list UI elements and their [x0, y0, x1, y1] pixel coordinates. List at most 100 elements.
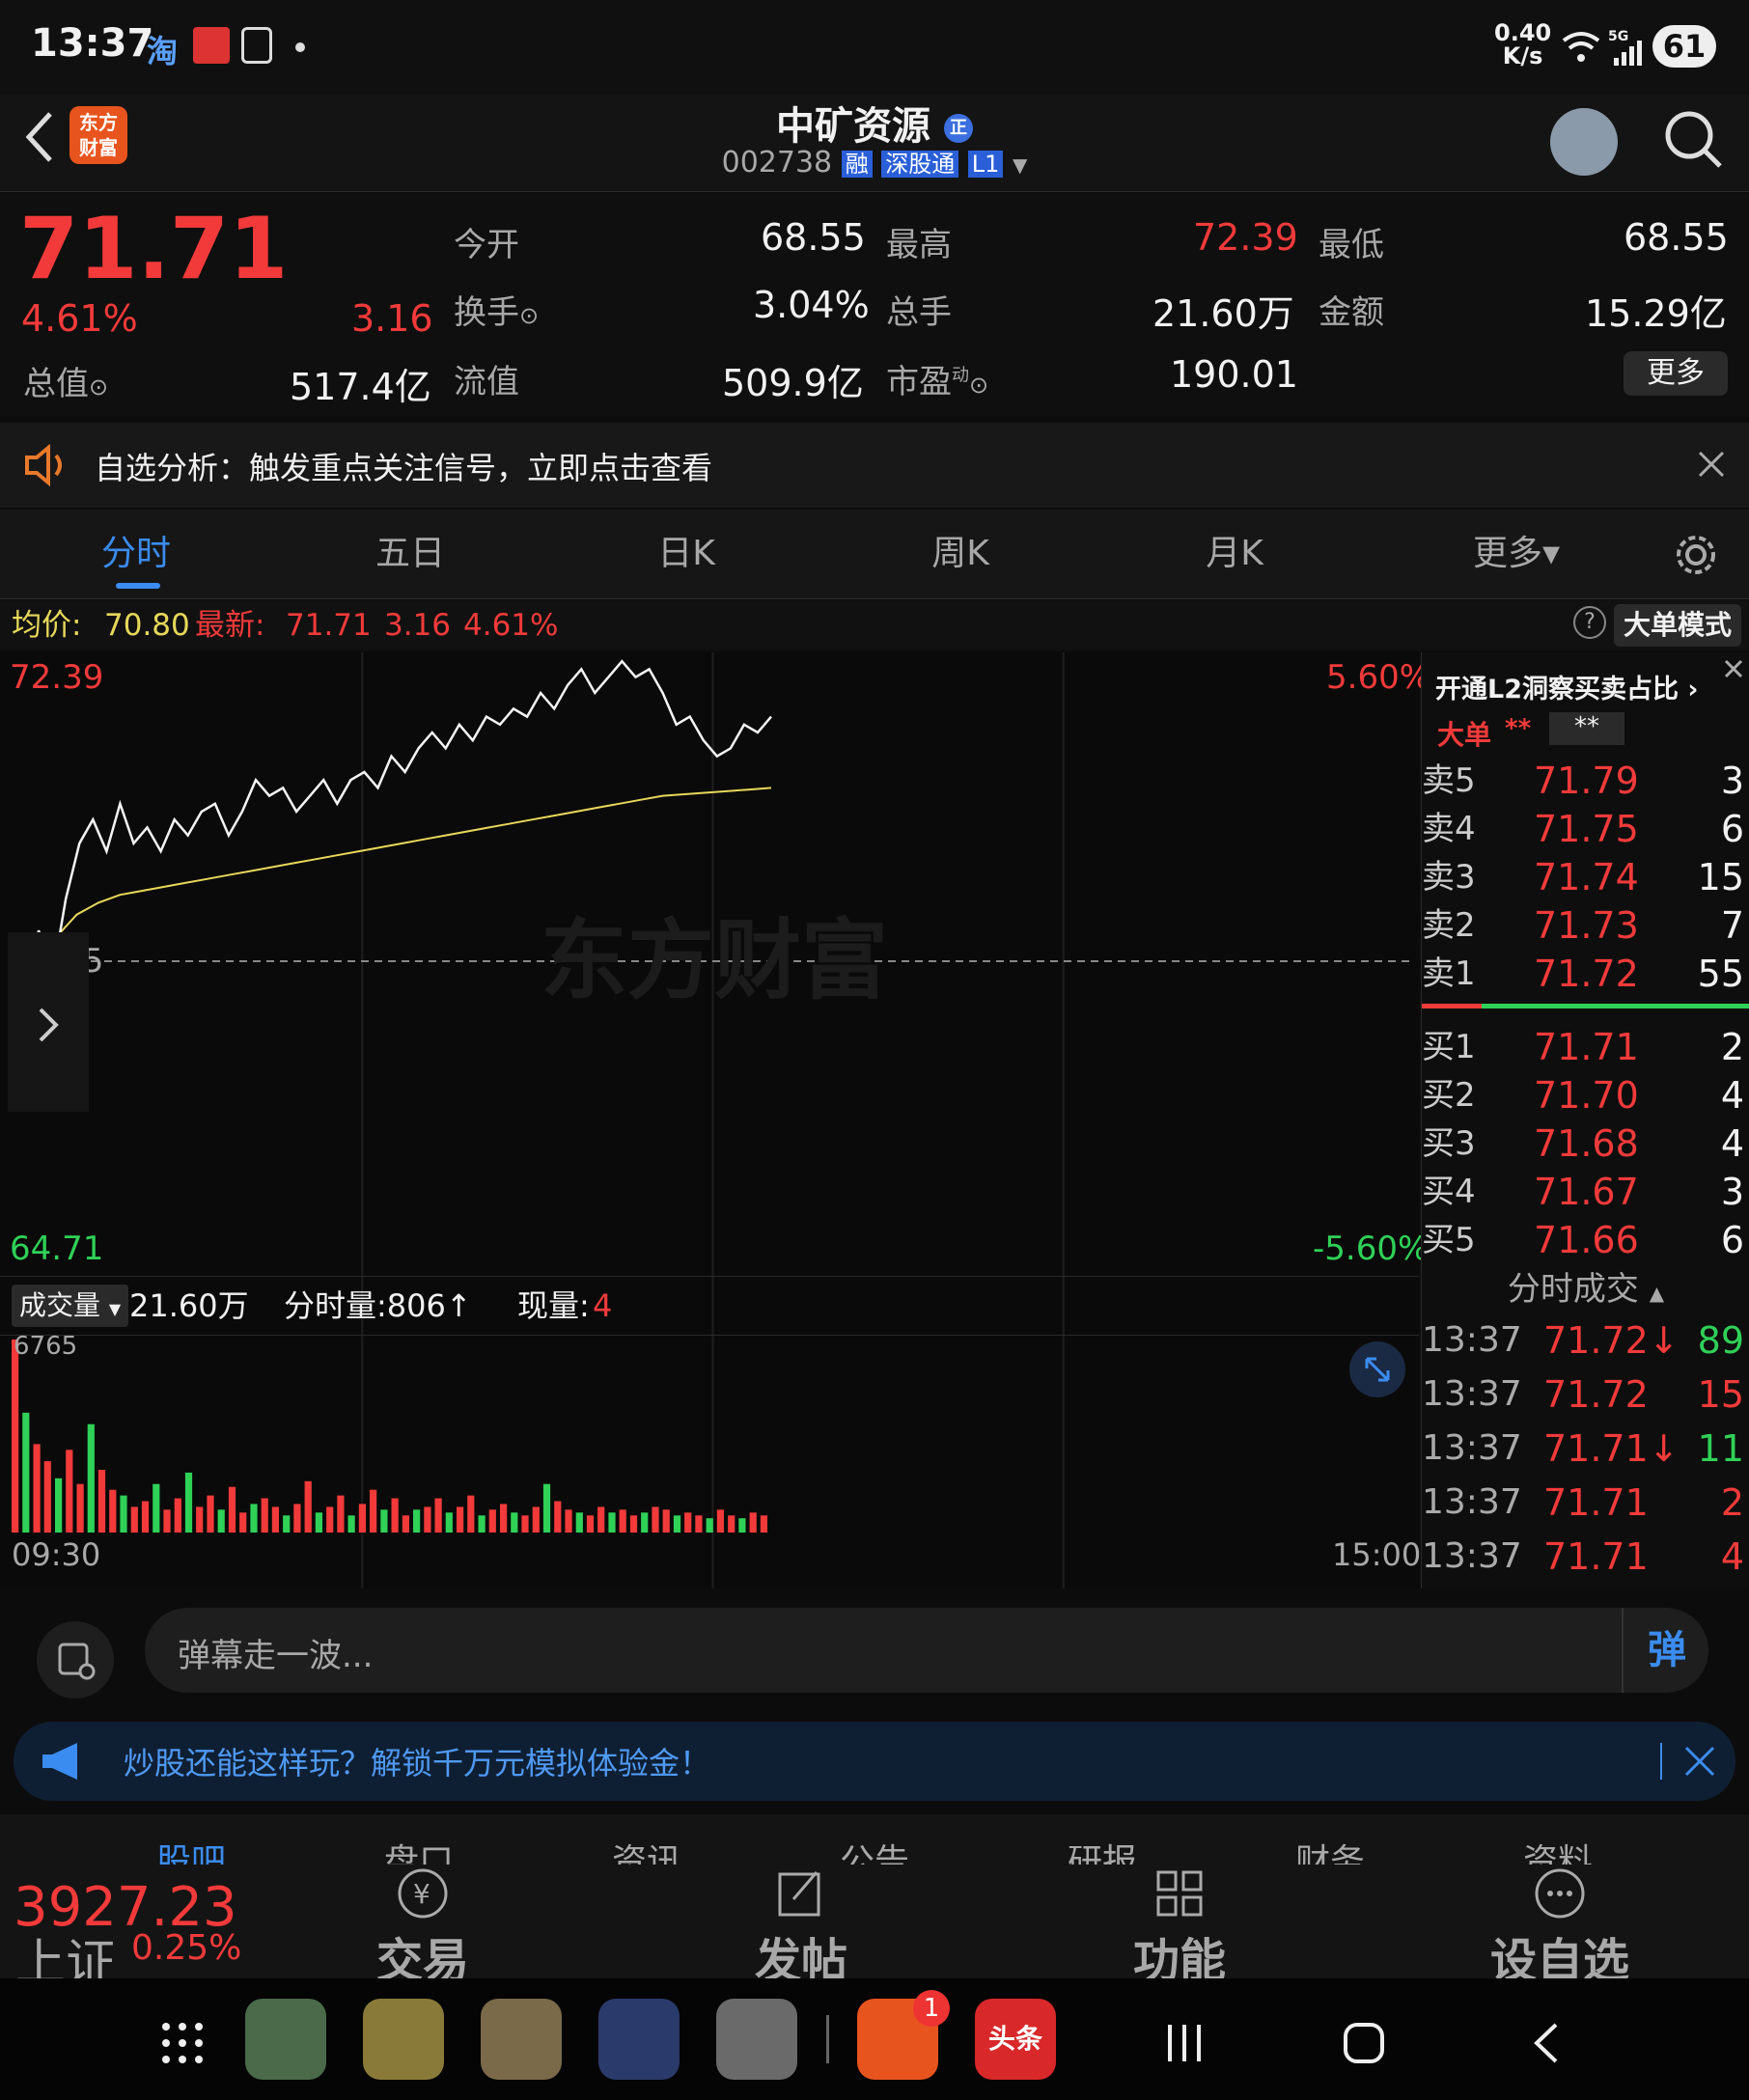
- volume-bar: [43, 1461, 51, 1533]
- low-value: 68.55: [1624, 216, 1729, 259]
- volume-bar: [120, 1495, 127, 1533]
- trades-title[interactable]: 分时成交 ▲: [1422, 1262, 1749, 1310]
- expand-icon: [1365, 1357, 1390, 1382]
- volume-bar: [250, 1504, 258, 1533]
- volume-bar: [196, 1506, 204, 1533]
- notice-text: 自选分析：触发重点关注信号，立即点击查看: [95, 450, 713, 486]
- mktcap-value: 517.4亿: [290, 366, 431, 408]
- ask-row: 卖4 71.75 6: [1422, 805, 1749, 853]
- browser-app-icon[interactable]: [481, 1999, 562, 2080]
- tab-pankou[interactable]: 盘口: [384, 1834, 454, 1868]
- tab-announcements[interactable]: 公告: [840, 1834, 909, 1868]
- last-pct: 4.61%: [463, 608, 559, 643]
- home-icon[interactable]: [1342, 2021, 1386, 2065]
- ask-quantity: 7: [1720, 904, 1744, 947]
- l2-upsell-link[interactable]: 开通L2洞察买卖占比 ›: [1435, 668, 1699, 705]
- trade-label: 13:37: [1422, 1428, 1522, 1468]
- gear-icon[interactable]: [1674, 533, 1718, 577]
- badge-margin: 融: [841, 151, 873, 178]
- add-watchlist-button[interactable]: 设自选: [1483, 1865, 1637, 1990]
- volume-bar: [22, 1412, 30, 1533]
- bid-quantity: 3: [1720, 1171, 1744, 1213]
- more-dots-icon: [1535, 1868, 1585, 1919]
- tab-finance[interactable]: 财务: [1295, 1834, 1365, 1868]
- ask-label: 卖1: [1422, 954, 1476, 993]
- help-icon[interactable]: ?: [1573, 606, 1606, 639]
- danmaku-send-button[interactable]: 弹: [1622, 1608, 1710, 1693]
- volume-bar: [542, 1483, 551, 1533]
- tab-profile[interactable]: 资料: [1523, 1834, 1593, 1868]
- fullscreen-button[interactable]: [1349, 1341, 1405, 1397]
- bid-row: 买3 71.68 4: [1422, 1119, 1749, 1168]
- tab-news[interactable]: 资讯: [612, 1834, 681, 1868]
- volume-bar: [608, 1512, 616, 1533]
- signal-notice[interactable]: 自选分析：触发重点关注信号，立即点击查看: [0, 423, 1749, 508]
- system-nav-bar: 1 头条: [0, 1978, 1749, 2100]
- intraday-chart[interactable]: 东方财富 72.39 68.55 64.71 5.60% -5.60% 成交量 …: [0, 652, 1430, 1589]
- tab-more[interactable]: 更多▾: [1444, 510, 1589, 598]
- functions-button[interactable]: 功能: [1122, 1865, 1237, 1990]
- trade-price: 71.71: [1543, 1481, 1649, 1524]
- ask-label: 卖2: [1422, 906, 1476, 945]
- ask-row: 卖2 71.73 7: [1422, 901, 1749, 950]
- volume-bar: [728, 1515, 736, 1533]
- post-button[interactable]: 发帖: [743, 1865, 859, 1990]
- speaker-icon: [25, 444, 62, 486]
- tab-monthly-k[interactable]: 月K: [1162, 510, 1307, 598]
- volume-bar: [130, 1506, 138, 1533]
- close-icon[interactable]: [1683, 1745, 1716, 1778]
- promo-banner[interactable]: 炒股还能这样玩？解锁千万元模拟体验金！: [14, 1722, 1735, 1801]
- recents-icon[interactable]: [1162, 2021, 1207, 2065]
- big-order-sell: **: [1549, 712, 1624, 745]
- tab-research[interactable]: 研报: [1068, 1834, 1137, 1868]
- volume-bar: [684, 1512, 692, 1533]
- danmaku-toggle[interactable]: [37, 1621, 114, 1699]
- danmaku-icon: [58, 1643, 96, 1680]
- notification-badge: 1: [913, 1990, 950, 2027]
- status-time: 13:37: [31, 21, 154, 66]
- close-icon[interactable]: [1697, 450, 1726, 479]
- expand-panel-button[interactable]: [8, 932, 89, 1112]
- trade-quantity: 2: [1720, 1481, 1744, 1524]
- camera-app-icon[interactable]: [716, 1999, 797, 2080]
- volume-bar: [478, 1515, 486, 1533]
- messages-app-icon[interactable]: [363, 1999, 444, 2080]
- bid-label: 买4: [1422, 1173, 1476, 1211]
- volume-bar: [695, 1515, 703, 1533]
- big-order-mode-button[interactable]: 大单模式: [1614, 604, 1742, 647]
- volume-bar: [424, 1506, 431, 1533]
- ask-quantity: 3: [1720, 760, 1744, 802]
- volume-selector[interactable]: 成交量 ▼: [12, 1285, 129, 1327]
- close-icon[interactable]: [1721, 656, 1746, 681]
- bid-quantity: 2: [1720, 1026, 1744, 1068]
- volume-bar: [55, 1478, 63, 1533]
- current-volume-value: 4: [593, 1287, 613, 1324]
- danmaku-input[interactable]: 弹幕走一波... 弹: [145, 1608, 1708, 1693]
- yuan-icon: ¥: [398, 1868, 448, 1919]
- search-icon[interactable]: [1662, 108, 1724, 170]
- ask-price: 71.79: [1534, 760, 1639, 802]
- back-nav-icon[interactable]: [1525, 2021, 1569, 2065]
- news-app-icon: [193, 27, 230, 64]
- app-drawer-icon[interactable]: [160, 2021, 205, 2065]
- ask-row: 卖1 71.72 55: [1422, 950, 1749, 998]
- turnover-value: 3.04%: [753, 284, 870, 326]
- bid-quantity: 6: [1720, 1219, 1744, 1261]
- robot-assistant-icon[interactable]: [1550, 108, 1618, 176]
- more-button[interactable]: 更多: [1624, 351, 1728, 396]
- volume-bar: [207, 1495, 214, 1533]
- chevron-down-icon[interactable]: ▼: [1013, 153, 1027, 177]
- tab-five-day[interactable]: 五日: [338, 510, 483, 598]
- gallery-app-icon[interactable]: [598, 1999, 680, 2080]
- trade-button[interactable]: ¥ 交易: [365, 1865, 481, 1990]
- tab-weekly-k[interactable]: 周K: [888, 510, 1033, 598]
- toutiao-app-icon[interactable]: 头条: [975, 1999, 1056, 2080]
- trade-label: 13:37: [1422, 1482, 1522, 1522]
- trade-row: 13:37 71.71 2: [1422, 1478, 1749, 1527]
- ask-row: 卖5 71.79 3: [1422, 757, 1749, 805]
- volume-bar: [749, 1512, 757, 1533]
- phone-app-icon[interactable]: [245, 1999, 326, 2080]
- index-pct: 0.25%: [131, 1928, 242, 1968]
- tab-guba[interactable]: 股吧: [156, 1834, 226, 1868]
- tab-daily-k[interactable]: 日K: [614, 510, 759, 598]
